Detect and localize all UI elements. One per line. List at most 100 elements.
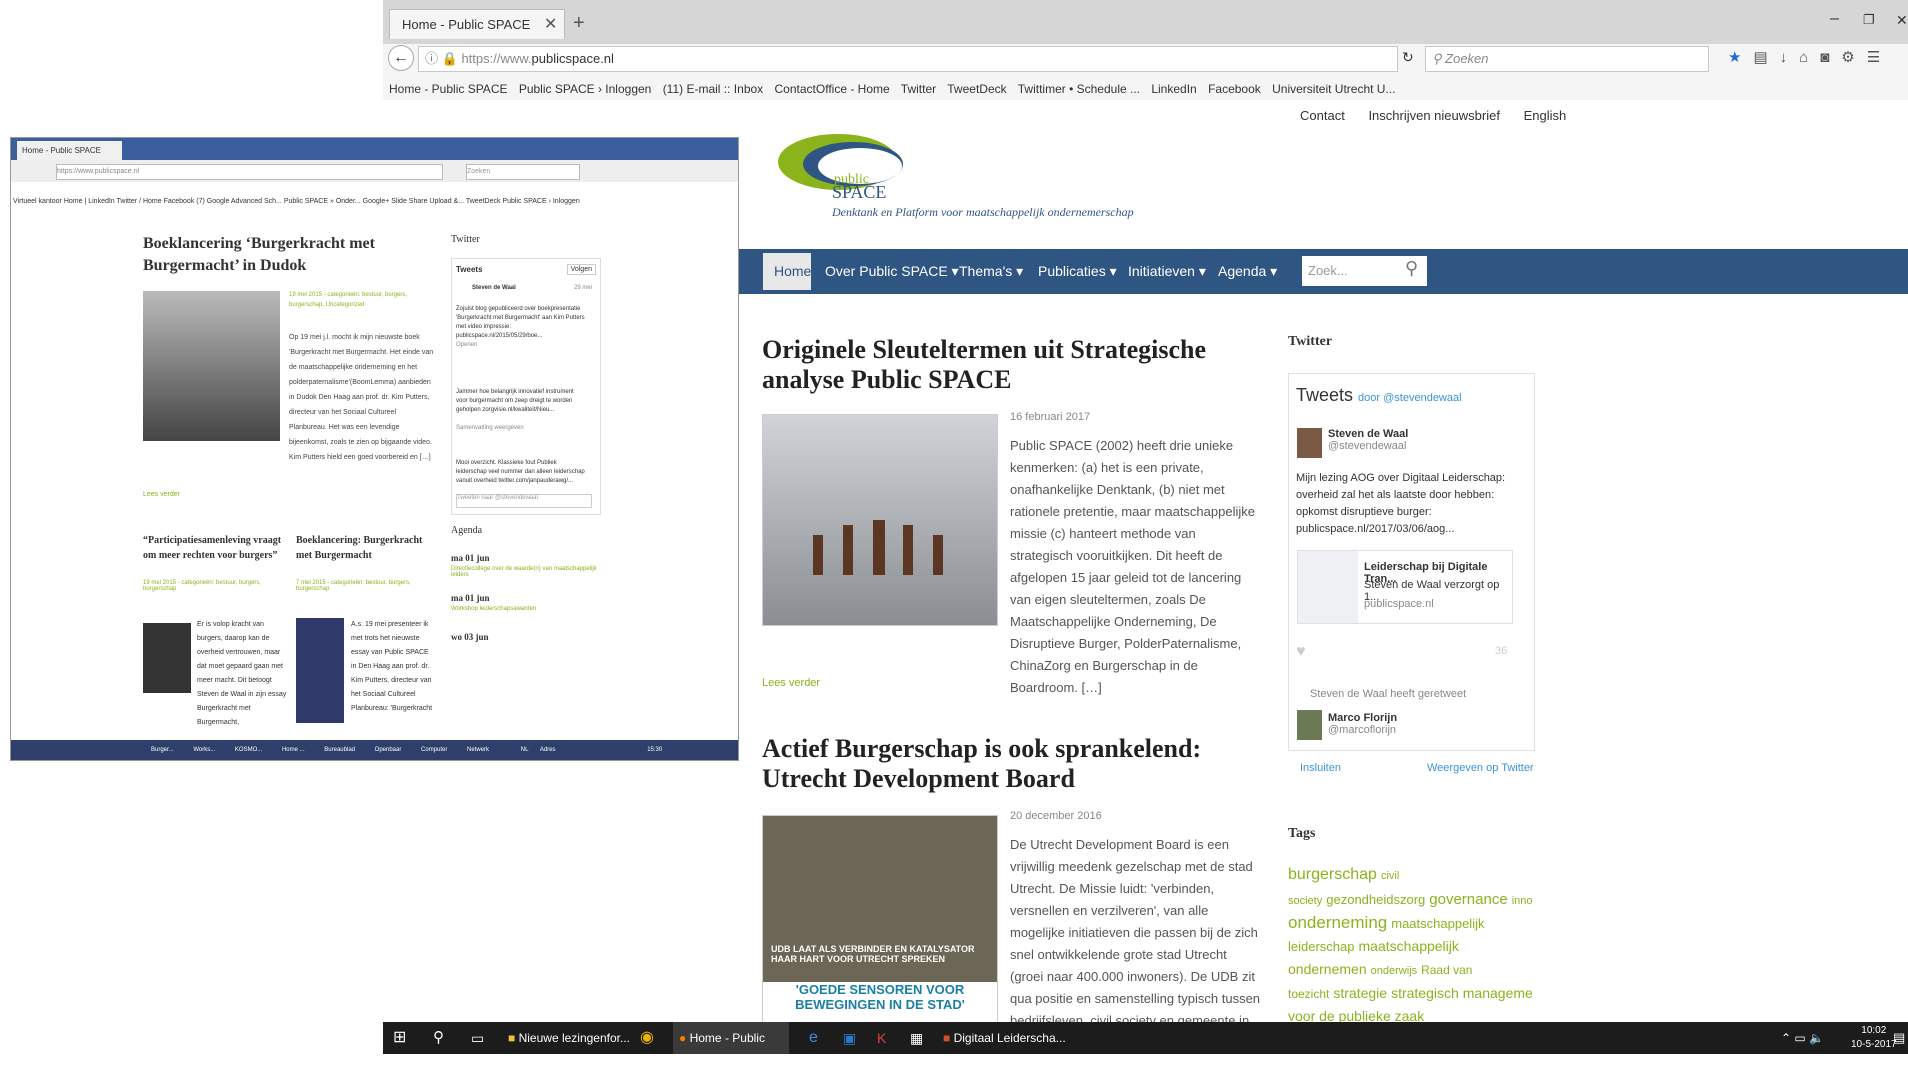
embed-link[interactable]: Insluiten <box>1300 762 1341 774</box>
tweet-author[interactable]: Steven de Waal @stevendewaal <box>1328 428 1408 452</box>
bookmark-item[interactable]: Twittimer • Schedule ... <box>1018 82 1140 96</box>
app-icon[interactable]: K <box>877 1022 886 1054</box>
minimize-icon[interactable]: – <box>1830 10 1839 28</box>
notification-icon[interactable]: ▤ <box>1893 1022 1905 1054</box>
card-domain: publicspace.nl <box>1364 598 1434 610</box>
nav-themas[interactable]: Thema's ▾ <box>959 249 1023 294</box>
old-tab[interactable]: Home - Public SPACE <box>17 141 122 160</box>
close-window-icon[interactable]: ✕ <box>1896 12 1908 29</box>
nav-agenda[interactable]: Agenda ▾ <box>1218 249 1277 294</box>
site-search-icon[interactable]: ⚲ <box>1405 258 1418 279</box>
tag[interactable]: gezondheidszorg <box>1326 892 1425 907</box>
task-view-icon[interactable]: ▭ <box>471 1022 484 1054</box>
windows-start-icon[interactable]: ⊞ <box>393 1022 406 1054</box>
old-post-image[interactable] <box>143 623 191 693</box>
outlook-icon[interactable]: ▣ <box>843 1022 856 1054</box>
post-image-udb[interactable]: UDB LAAT ALS VERBINDER EN KATALYSATOR HA… <box>762 815 998 1024</box>
tag[interactable]: onderwijs <box>1371 965 1417 977</box>
bookmark-item[interactable]: (11) E-mail :: Inbox <box>663 82 763 96</box>
old-tweet-to-input[interactable]: Tweeten naar @stevendewaal <box>456 494 592 508</box>
nav-home[interactable]: Home <box>774 249 811 294</box>
clipboard-icon[interactable]: ▤ <box>1753 49 1779 66</box>
menu-icon[interactable]: ☰ <box>1867 49 1892 66</box>
old-post-title[interactable]: “Participatiesamenleving vraagt om meer … <box>143 533 283 563</box>
nav-over[interactable]: Over Public SPACE ▾ <box>825 249 959 294</box>
old-taskbar-item[interactable]: Computer <box>421 747 447 753</box>
old-tweet-author[interactable]: Steven de Waal <box>472 285 516 291</box>
maximize-icon[interactable]: ❐ <box>1863 12 1875 28</box>
bookmark-item[interactable]: TweetDeck <box>947 82 1006 96</box>
tab-close-icon[interactable]: ✕ <box>544 14 557 34</box>
taskbar-firefox-item[interactable]: ● Home - Public SPA... <box>673 1022 789 1077</box>
new-tab-icon[interactable]: + <box>573 12 585 35</box>
old-post-meta: 7 mei 2015 - categorieën: bestuur, burge… <box>296 580 411 592</box>
taskbar-folder-item[interactable]: ■ Nieuwe lezingenfor... <box>508 1022 630 1054</box>
contact-link[interactable]: Contact <box>1300 108 1345 123</box>
old-taskbar-item[interactable]: Works... <box>193 747 215 753</box>
bookmark-star-icon[interactable]: ★ <box>1728 49 1753 66</box>
old-taskbar-item[interactable]: Openbaar <box>375 747 402 753</box>
bookmark-item[interactable]: Facebook <box>1208 82 1261 96</box>
rt-author[interactable]: Marco Florijn @marcoflorijn <box>1328 712 1397 736</box>
old-taskbar-item[interactable]: Bureaublad <box>324 747 355 753</box>
old-follow-button[interactable]: Volgen <box>566 264 596 275</box>
old-agenda-item[interactable]: Workshop leiderschapsawarden <box>451 606 536 612</box>
old-post-image[interactable] <box>296 618 344 723</box>
bookmark-item[interactable]: Public SPACE › Inloggen <box>519 82 652 96</box>
tag[interactable]: governance <box>1429 891 1507 908</box>
tag[interactable]: strategie <box>1333 985 1387 1001</box>
english-link[interactable]: English <box>1524 108 1567 123</box>
old-taskbar-item[interactable]: Home ... <box>282 747 305 753</box>
nav-initiatieven[interactable]: Initiatieven ▾ <box>1128 249 1206 294</box>
bookmark-item[interactable]: LinkedIn <box>1151 82 1196 96</box>
old-post-text: Op 19 mei j.l. mocht ik mijn nieuwste bo… <box>289 334 434 461</box>
old-search[interactable]: Zoeken <box>466 164 580 180</box>
post-title[interactable]: Actief Burgerschap is ook sprankelend: U… <box>762 734 1262 794</box>
calculator-icon[interactable]: ▦ <box>910 1022 923 1054</box>
view-on-twitter-link[interactable]: Weergeven op Twitter <box>1427 762 1534 774</box>
tweet-card[interactable]: Leiderschap bij Digitale Tran... Steven … <box>1297 550 1513 624</box>
post-image-chess[interactable] <box>762 414 998 626</box>
bookmark-item[interactable]: Twitter <box>901 82 936 96</box>
home-icon[interactable]: ⌂ <box>1799 49 1820 66</box>
download-icon[interactable]: ↓ <box>1780 49 1800 66</box>
bookmark-item[interactable]: ContactOffice - Home <box>775 82 890 96</box>
old-taskbar-item[interactable]: Burger... <box>151 747 174 753</box>
settings-icon[interactable]: ⚙ <box>1841 49 1866 66</box>
reload-icon[interactable]: ↻ <box>1402 49 1414 66</box>
old-tweet-summary[interactable]: Samenvatting weergeven <box>456 425 524 431</box>
bookmark-item[interactable]: Universiteit Utrecht U... <box>1272 82 1395 96</box>
post-title[interactable]: Originele Sleuteltermen uit Strategische… <box>762 335 1262 395</box>
chrome-icon[interactable]: ◉ <box>640 1022 654 1054</box>
pocket-icon[interactable]: ◙ <box>1820 49 1841 66</box>
logo-text-space: SPACE <box>832 182 887 202</box>
old-taskbar-item[interactable]: Netwerk <box>467 747 489 753</box>
browser-search-input[interactable]: ⚲ Zoeken <box>1425 46 1709 72</box>
tag[interactable]: innovatie <box>1512 895 1533 907</box>
old-post-title[interactable]: Boeklancering ‘Burgerkracht met Burgerma… <box>143 233 383 277</box>
nav-publicaties[interactable]: Publicaties ▾ <box>1038 249 1117 294</box>
old-post-image[interactable] <box>143 291 280 441</box>
tag[interactable]: burgerschap <box>1288 866 1377 883</box>
bookmark-item[interactable]: Home - Public SPACE <box>389 82 507 96</box>
info-icon[interactable]: ⓘ <box>425 51 438 66</box>
read-more-link[interactable]: Lees verder <box>762 677 820 689</box>
tray-icons[interactable]: ⌃ ▭ 🔈 <box>1781 1022 1824 1054</box>
address-bar[interactable]: ⓘ 🔒 https://www.publicspace.nl <box>418 46 1398 72</box>
old-urlbar[interactable]: https://www.publicspace.nl <box>56 164 443 180</box>
search-icon[interactable]: ⚲ <box>433 1022 444 1054</box>
udb-caption: UDB LAAT ALS VERBINDER EN KATALYSATOR HA… <box>771 944 975 964</box>
edge-icon[interactable]: e <box>809 1022 818 1054</box>
old-agenda-item[interactable]: Directiecollege over de waarde(n) van ma… <box>451 566 601 578</box>
browser-tab[interactable]: Home - Public SPACE <box>389 9 565 39</box>
old-post-title[interactable]: Boeklancering: Burgerkracht met Burgerma… <box>296 533 436 563</box>
old-tweet-open[interactable]: Openen <box>456 342 477 348</box>
clock[interactable]: 10:02 10-5-2017 <box>1851 1024 1897 1056</box>
back-button[interactable]: ← <box>388 45 414 71</box>
newsletter-link[interactable]: Inschrijven nieuwsbrief <box>1368 108 1500 123</box>
old-taskbar-item[interactable]: KOSMO... <box>235 747 262 753</box>
taskbar-powerpoint-item[interactable]: ■ Digitaal Leiderscha... <box>943 1022 1066 1054</box>
tag[interactable]: strategisch <box>1391 985 1459 1001</box>
like-icon[interactable]: ♥ <box>1296 643 1306 661</box>
old-read-more[interactable]: Lees verder <box>143 491 180 498</box>
